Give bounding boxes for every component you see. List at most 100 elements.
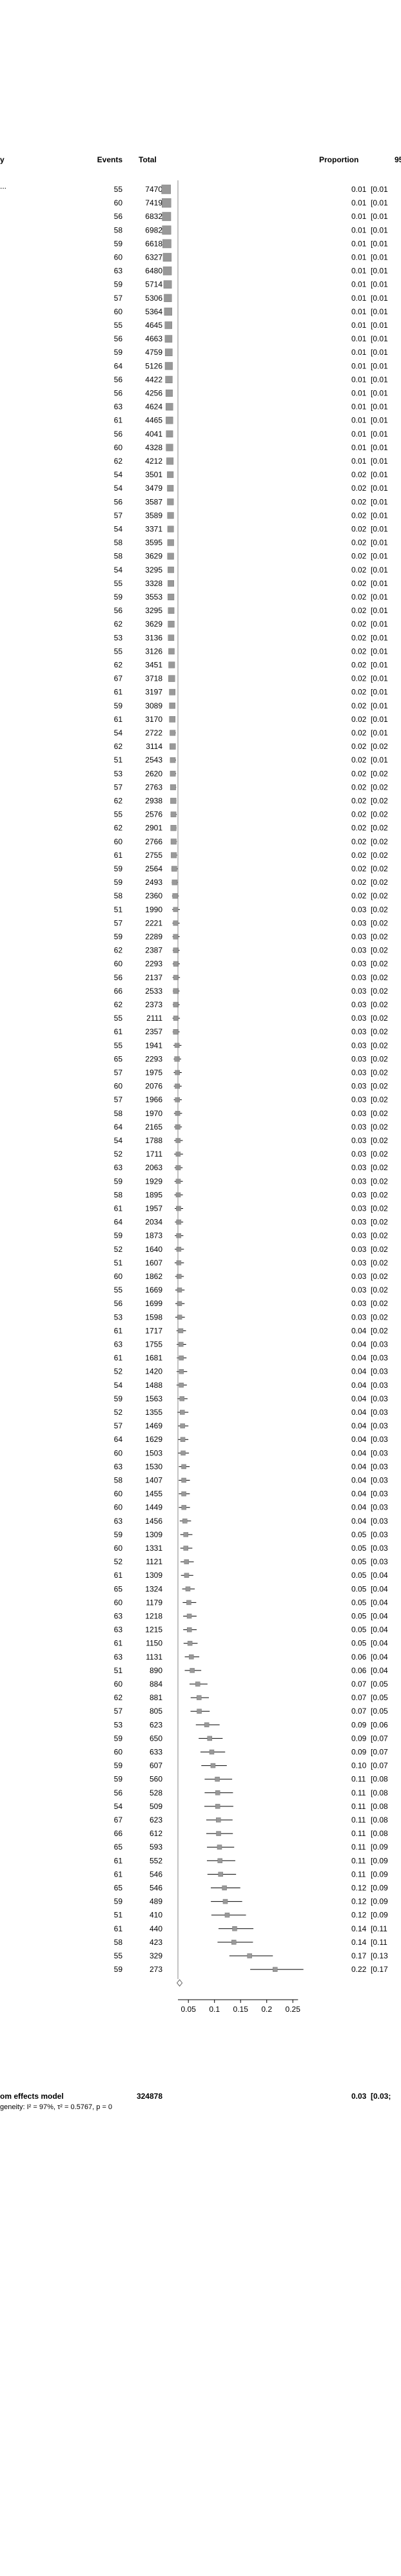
total-cell: 3589 — [145, 511, 162, 520]
proportion-cell: 0.01 — [351, 253, 367, 262]
total-cell: 1788 — [145, 1136, 162, 1145]
effect-square — [224, 1912, 230, 1918]
proportion-cell: 0.01 — [351, 334, 367, 343]
ci-lower-cell: [0.02 — [371, 891, 388, 900]
effect-square — [176, 1219, 182, 1225]
study-row: 61 1309 0.05 [0.04 — [114, 1571, 388, 1580]
study-row: 54 3479 0.02 [0.01 — [114, 484, 388, 493]
effect-square — [176, 1233, 181, 1238]
effect-square — [170, 811, 177, 817]
ci-lower-cell: [0.09 — [371, 1870, 388, 1879]
total-cell: 1929 — [145, 1177, 162, 1186]
proportion-cell: 0.04 — [351, 1367, 367, 1376]
total-cell: 489 — [150, 1897, 162, 1906]
effect-square — [247, 1953, 252, 1958]
study-row: 63 1218 0.05 [0.04 — [114, 1612, 388, 1621]
ci-lower-cell: [0.11 — [371, 1924, 387, 1933]
proportion-cell: 0.01 — [351, 361, 367, 370]
ci-lower-cell: [0.01 — [371, 633, 388, 642]
total-cell: 5714 — [145, 280, 162, 289]
events-cell: 60 — [114, 960, 123, 969]
events-cell: 62 — [114, 1693, 123, 1702]
ci-lower-cell: [0.02 — [371, 1054, 388, 1063]
study-row: 54 509 0.11 [0.08 — [114, 1802, 388, 1811]
effect-square — [216, 1831, 221, 1836]
study-row: 60 1449 0.04 [0.03 — [114, 1503, 388, 1512]
ci-lower-cell: [0.01 — [371, 375, 388, 384]
effect-square — [164, 294, 172, 302]
ci-lower-cell: [0.03 — [371, 1476, 388, 1485]
total-cell: 1503 — [145, 1448, 162, 1457]
events-cell: 63 — [114, 1612, 123, 1621]
proportion-cell: 0.03 — [351, 1190, 367, 1199]
proportion-cell: 0.03 — [351, 1014, 367, 1023]
total-cell: 805 — [150, 1707, 162, 1716]
effect-square — [186, 1613, 192, 1619]
ci-lower-cell: [0.01 — [371, 321, 388, 330]
total-cell: 623 — [150, 1720, 162, 1729]
ci-lower-cell: [0.09 — [371, 1842, 388, 1852]
events-cell: 57 — [114, 1421, 123, 1430]
ci-lower-cell: [0.02 — [371, 742, 388, 751]
proportion-cell: 0.02 — [351, 661, 367, 670]
effect-square — [168, 607, 175, 614]
events-cell: 60 — [114, 1490, 123, 1499]
summary-ci: [0.03; — [371, 2092, 391, 2101]
proportion-cell: 0.01 — [351, 443, 367, 452]
events-column-header: Events — [97, 155, 123, 164]
events-cell: 57 — [114, 782, 123, 791]
study-row: 56 4256 0.01 [0.01 — [114, 389, 388, 398]
ci-lower-cell: [0.01 — [371, 484, 388, 493]
ci-lower-cell: [0.05 — [371, 1707, 388, 1716]
summary-total: 324878 — [137, 2092, 162, 2101]
proportion-cell: 0.04 — [351, 1435, 367, 1444]
proportion-cell: 0.03 — [351, 1109, 367, 1118]
proportion-cell: 0.02 — [351, 592, 367, 601]
ci-lower-cell: [0.01 — [371, 661, 388, 670]
events-cell: 60 — [114, 1748, 123, 1757]
events-cell: 55 — [114, 579, 123, 588]
study-row: 60 1179 0.05 [0.04 — [114, 1598, 388, 1607]
effect-square — [166, 417, 173, 424]
study-row: 56 4041 0.01 [0.01 — [114, 430, 388, 439]
events-cell: 59 — [114, 1965, 123, 1974]
events-cell: 59 — [114, 878, 123, 887]
total-cell: 1455 — [145, 1490, 162, 1499]
ci-lower-cell: [0.02 — [371, 1041, 388, 1050]
events-cell: 55 — [114, 1951, 123, 1960]
events-cell: 55 — [114, 1014, 123, 1023]
effect-square — [216, 1817, 221, 1823]
events-cell: 61 — [114, 1856, 123, 1865]
proportion-cell: 0.02 — [351, 525, 367, 534]
events-cell: 60 — [114, 1503, 123, 1512]
study-row: 53 1598 0.03 [0.02 — [114, 1312, 388, 1321]
ci-lower-cell: [0.08 — [371, 1802, 388, 1811]
events-cell: 55 — [114, 1285, 123, 1294]
events-cell: 59 — [114, 1177, 123, 1186]
effect-square — [183, 1546, 188, 1551]
effect-square — [175, 1083, 181, 1089]
total-cell: 2901 — [145, 824, 162, 833]
ci-lower-cell: [0.01 — [371, 185, 388, 194]
study-row: 60 4328 0.01 [0.01 — [114, 443, 388, 452]
events-cell: 59 — [114, 864, 123, 873]
events-cell: 54 — [114, 470, 123, 479]
proportion-cell: 0.02 — [351, 674, 367, 683]
effect-square — [173, 934, 179, 940]
proportion-cell: 0.05 — [351, 1584, 367, 1593]
events-cell: 55 — [114, 185, 123, 194]
events-cell: 53 — [114, 633, 123, 642]
ci-lower-cell: [0.02 — [371, 905, 388, 914]
ci-lower-cell: [0.09 — [371, 1884, 388, 1893]
proportion-cell: 0.03 — [351, 1285, 367, 1294]
study-row: 61 1717 0.04 [0.02 — [114, 1326, 388, 1335]
proportion-cell: 0.07 — [351, 1680, 367, 1689]
effect-square — [174, 1056, 180, 1062]
total-cell: 1711 — [146, 1150, 162, 1159]
effect-square — [164, 321, 173, 329]
total-cell: 1966 — [145, 1095, 162, 1104]
study-row: 65 2293 0.03 [0.02 — [114, 1054, 388, 1063]
events-cell: 63 — [114, 1462, 123, 1471]
effect-square — [181, 1504, 186, 1510]
total-cell: 1355 — [145, 1408, 162, 1417]
